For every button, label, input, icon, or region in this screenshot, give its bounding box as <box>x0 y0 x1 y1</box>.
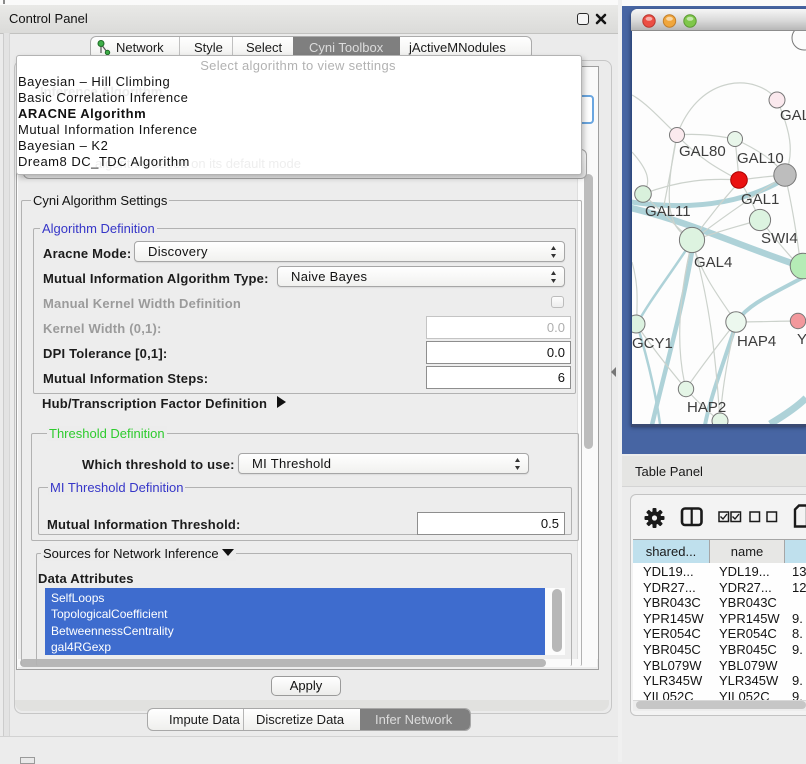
svg-text:GAL10: GAL10 <box>737 150 784 167</box>
svg-text:GAL4: GAL4 <box>694 254 732 271</box>
svg-text:HAP4: HAP4 <box>737 333 776 350</box>
svg-text:SWI4: SWI4 <box>761 230 798 247</box>
svg-text:GCY1: GCY1 <box>632 335 673 352</box>
svg-text:GAL1: GAL1 <box>741 191 779 208</box>
svg-text:GAL11: GAL11 <box>645 203 691 220</box>
svg-text:Y: Y <box>797 331 806 348</box>
svg-text:GAL80: GAL80 <box>679 143 726 160</box>
svg-text:GAL: GAL <box>780 107 806 124</box>
svg-text:HAP2: HAP2 <box>687 399 726 416</box>
